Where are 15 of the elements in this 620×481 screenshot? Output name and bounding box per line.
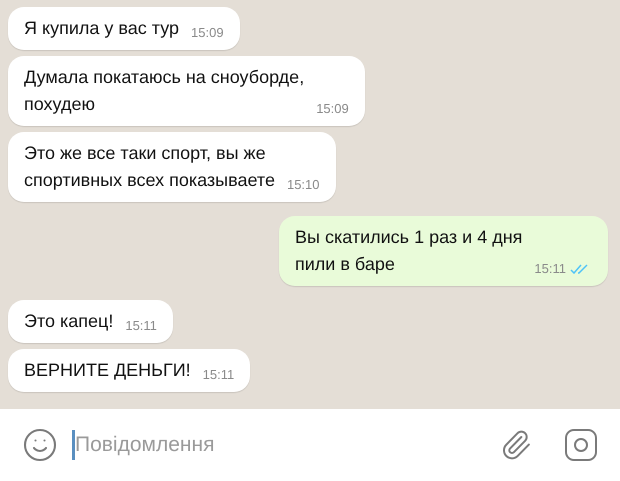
paperclip-icon[interactable]: [500, 429, 532, 461]
message-text: Я купила у вас тур: [24, 17, 180, 40]
message-text: ВЕРНИТЕ ДЕНЬГИ!: [24, 359, 191, 382]
message-text: Вы скатились 1 раз и 4 дня пили в баре: [295, 226, 522, 276]
camera-icon[interactable]: [564, 428, 598, 462]
message-text: Думала покатаюсь на сноуборде, похудею: [24, 66, 304, 116]
message-time: 15:10: [286, 177, 320, 192]
message-time: 15:09: [191, 25, 224, 40]
message-text: Это капец!: [24, 310, 114, 333]
emoji-icon[interactable]: [22, 427, 58, 463]
message-time: 15:11: [534, 261, 566, 276]
message-time: 15:09: [316, 101, 349, 116]
message-text: Это же все таки спорт, вы же спортивных всех показываете: [24, 142, 275, 192]
message-time: 15:11: [202, 367, 234, 382]
message-time: 15:11: [125, 318, 157, 333]
